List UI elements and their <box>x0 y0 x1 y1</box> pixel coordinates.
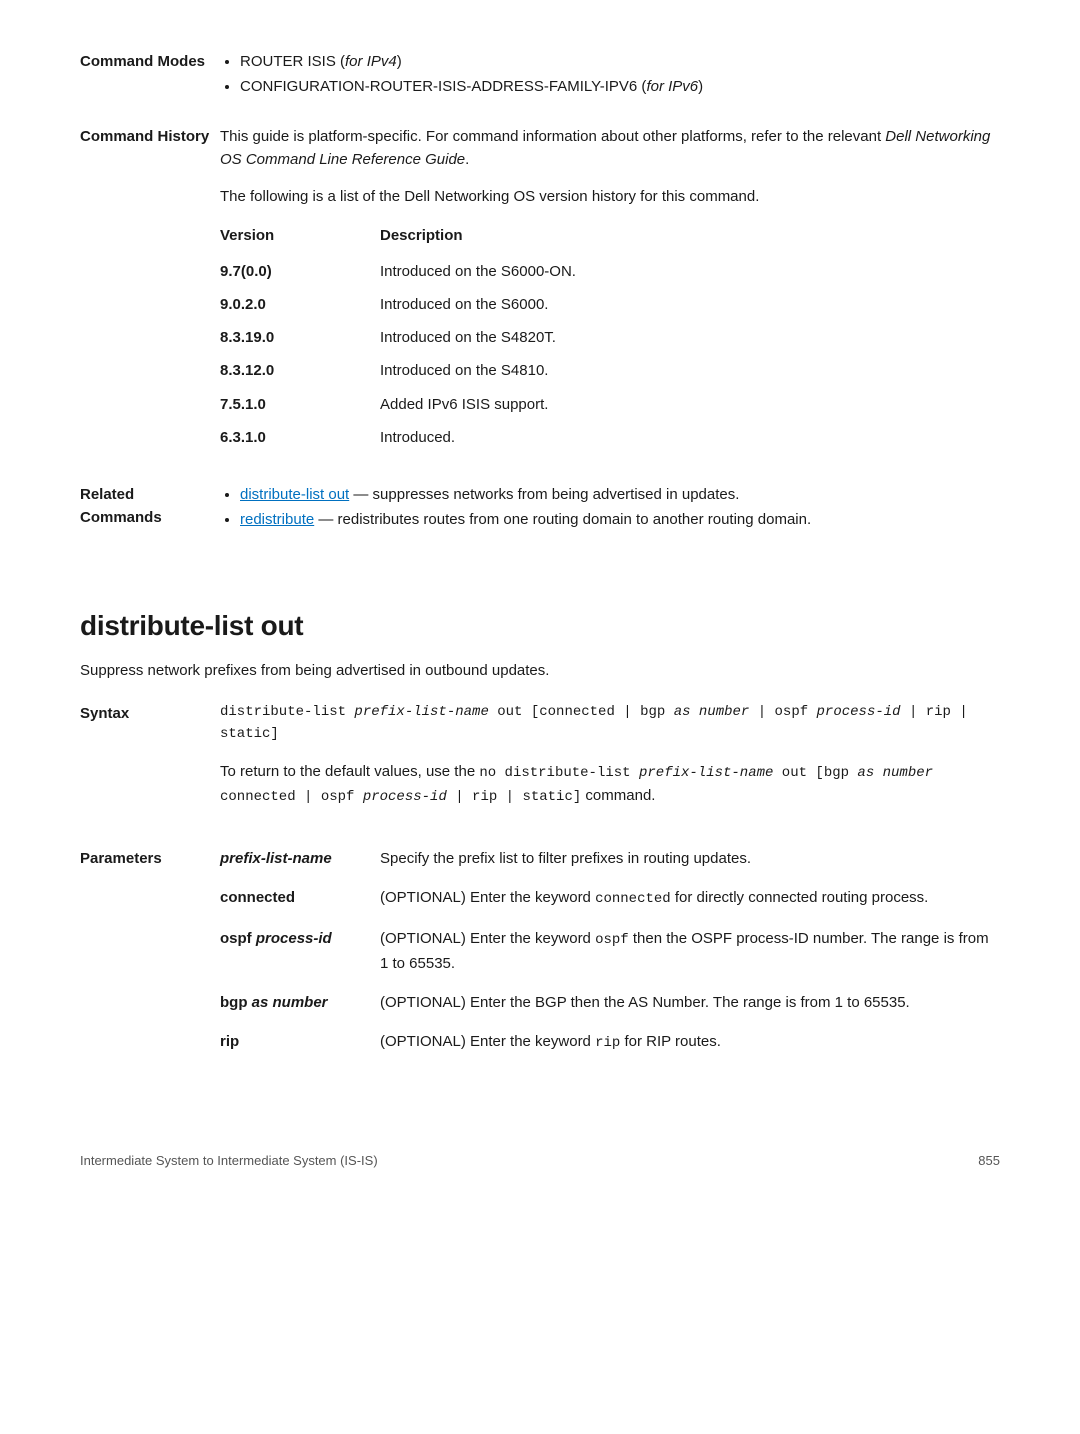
distribute-list-out-link[interactable]: distribute-list out <box>240 486 349 503</box>
related-commands-label: Related Commands <box>80 483 220 534</box>
distribute-list-out-title: distribute-list out <box>80 604 1000 647</box>
command-history-content: This guide is platform-specific. For com… <box>220 125 1000 460</box>
related-commands-item: redistribute — redistributes routes from… <box>240 508 1000 531</box>
version-row: 8.3.19.0 Introduced on the S4820T. <box>220 326 1000 349</box>
param-row: prefix-list-name Specify the prefix list… <box>220 847 1000 870</box>
param-desc: (OPTIONAL) Enter the keyword rip for RIP… <box>380 1030 1000 1055</box>
command-history-para1: This guide is platform-specific. For com… <box>220 125 1000 172</box>
command-modes-section: Command Modes ROUTER ISIS (for IPv4) CON… <box>80 50 1000 101</box>
page-footer: Intermediate System to Intermediate Syst… <box>80 1151 1000 1171</box>
param-name: rip <box>220 1030 380 1053</box>
param-desc: Specify the prefix list to filter prefix… <box>380 847 1000 870</box>
version-row: 9.7(0.0) Introduced on the S6000-ON. <box>220 260 1000 283</box>
version-header-col2: Description <box>380 224 1000 247</box>
version-header-col1: Version <box>220 224 380 247</box>
related-commands-section: Related Commands distribute-list out — s… <box>80 483 1000 534</box>
version-row: 7.5.1.0 Added IPv6 ISIS support. <box>220 393 1000 416</box>
param-name: connected <box>220 886 380 909</box>
parameters-section: Parameters prefix-list-name Specify the … <box>80 847 1000 1071</box>
version-row: 6.3.1.0 Introduced. <box>220 426 1000 449</box>
parameters-label: Parameters <box>80 847 220 1071</box>
param-name: prefix-list-name <box>220 847 380 870</box>
footer-left: Intermediate System to Intermediate Syst… <box>80 1151 378 1171</box>
related-commands-content: distribute-list out — suppresses network… <box>220 483 1000 534</box>
syntax-code: distribute-list prefix-list-name out [co… <box>220 702 1000 745</box>
param-desc: (OPTIONAL) Enter the BGP then the AS Num… <box>380 991 1000 1014</box>
param-desc: (OPTIONAL) Enter the keyword ospf then t… <box>380 927 1000 975</box>
version-table: Version Description 9.7(0.0) Introduced … <box>220 224 1000 449</box>
command-modes-label: Command Modes <box>80 50 220 101</box>
redistribute-link[interactable]: redistribute <box>240 511 314 528</box>
command-modes-item: CONFIGURATION-ROUTER-ISIS-ADDRESS-FAMILY… <box>240 75 1000 98</box>
param-row: bgp as number (OPTIONAL) Enter the BGP t… <box>220 991 1000 1014</box>
syntax-label: Syntax <box>80 702 220 823</box>
related-commands-item: distribute-list out — suppresses network… <box>240 483 1000 506</box>
command-modes-item: ROUTER ISIS (for IPv4) <box>240 50 1000 73</box>
param-desc: (OPTIONAL) Enter the keyword connected f… <box>380 886 1000 911</box>
distribute-list-out-intro: Suppress network prefixes from being adv… <box>80 659 1000 682</box>
param-row: ospf process-id (OPTIONAL) Enter the key… <box>220 927 1000 975</box>
param-name: ospf process-id <box>220 927 380 950</box>
syntax-content: distribute-list prefix-list-name out [co… <box>220 702 1000 823</box>
syntax-return: To return to the default values, use the… <box>220 760 1000 809</box>
command-modes-content: ROUTER ISIS (for IPv4) CONFIGURATION-ROU… <box>220 50 1000 101</box>
param-row: connected (OPTIONAL) Enter the keyword c… <box>220 886 1000 911</box>
version-row: 9.0.2.0 Introduced on the S6000. <box>220 293 1000 316</box>
command-history-label: Command History <box>80 125 220 460</box>
param-row: rip (OPTIONAL) Enter the keyword rip for… <box>220 1030 1000 1055</box>
version-row: 8.3.12.0 Introduced on the S4810. <box>220 359 1000 382</box>
syntax-section: Syntax distribute-list prefix-list-name … <box>80 702 1000 823</box>
parameters-content: prefix-list-name Specify the prefix list… <box>220 847 1000 1071</box>
command-history-section: Command History This guide is platform-s… <box>80 125 1000 460</box>
command-history-para2: The following is a list of the Dell Netw… <box>220 185 1000 208</box>
param-name: bgp as number <box>220 991 380 1014</box>
footer-page-number: 855 <box>978 1151 1000 1171</box>
